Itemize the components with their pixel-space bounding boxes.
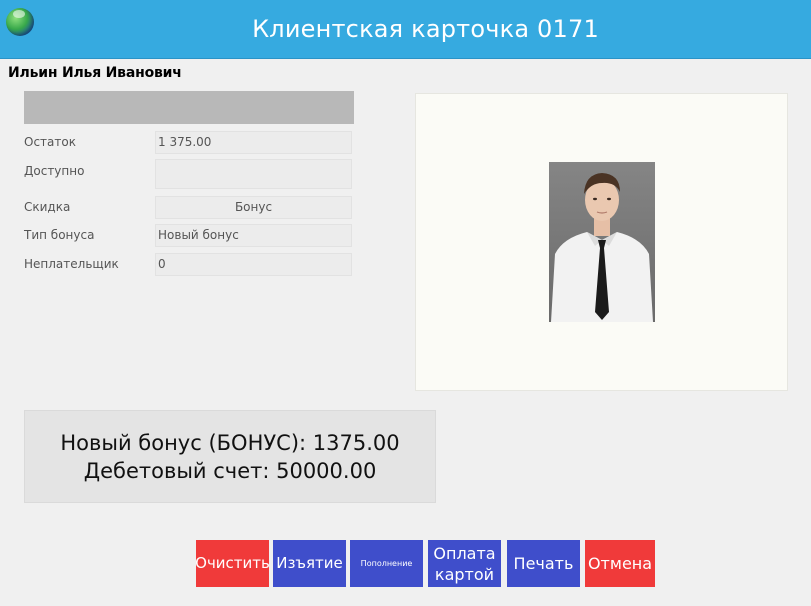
card-payment-label-line1: Оплата: [433, 543, 496, 563]
bonus-type-label: Тип бонуса: [24, 228, 95, 242]
field-row-available: Доступно: [24, 159, 354, 191]
cancel-button[interactable]: Отмена: [585, 540, 655, 587]
available-value: [155, 159, 352, 189]
defaulter-label: Неплательщик: [24, 257, 119, 271]
available-label: Доступно: [24, 164, 85, 178]
discount-label: Скидка: [24, 200, 71, 214]
balance-label: Остаток: [24, 135, 76, 149]
client-card-strip: [24, 91, 354, 124]
field-row-defaulter: Неплательщик 0: [24, 253, 354, 278]
clear-button[interactable]: Очистить: [195, 540, 270, 587]
top-up-button[interactable]: Пополнение: [350, 540, 423, 587]
card-payment-button[interactable]: Оплата картой: [428, 540, 501, 587]
photo-panel: [415, 93, 788, 391]
client-photo-image: [549, 162, 655, 322]
discount-value: Бонус: [155, 196, 352, 219]
client-name: Ильин Илья Иванович: [8, 65, 182, 81]
field-row-balance: Остаток 1 375.00: [24, 131, 354, 156]
bonus-balance-text: Новый бонус (БОНУС): 1375.00: [60, 431, 400, 455]
balance-value: 1 375.00: [155, 131, 352, 154]
card-payment-label-line2: картой: [434, 564, 495, 584]
balance-summary: Новый бонус (БОНУС): 1375.00 Дебетовый с…: [24, 410, 436, 503]
defaulter-value: 0: [155, 253, 352, 276]
field-row-bonus-type: Тип бонуса Новый бонус: [24, 224, 354, 249]
field-row-discount: Скидка Бонус: [24, 196, 354, 221]
withdraw-button[interactable]: Изъятие: [273, 540, 346, 587]
bonus-type-value: Новый бонус: [155, 224, 352, 247]
title-bar: Клиентская карточка 0171: [0, 0, 811, 59]
client-photo: [549, 162, 655, 322]
print-button[interactable]: Печать: [507, 540, 580, 587]
window-title: Клиентская карточка 0171: [252, 15, 599, 43]
debit-balance-text: Дебетовый счет: 50000.00: [83, 459, 377, 483]
